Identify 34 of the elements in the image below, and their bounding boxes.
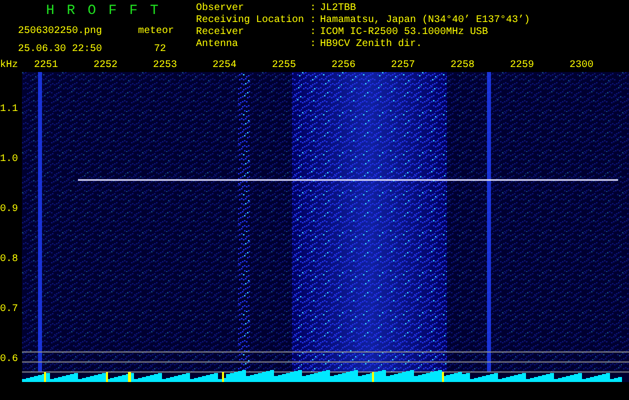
time-axis-label: 2300 (570, 60, 595, 72)
info-label: Receiving Location (196, 15, 306, 26)
app-title: H R O F F T (45, 3, 160, 19)
datetime: 25.06.30 22:50 (18, 44, 102, 56)
time-axis-label: 2252 (94, 60, 119, 72)
info-label: Observer (196, 3, 246, 14)
info-separator: : (310, 39, 318, 51)
info-label: Receiver (196, 27, 246, 39)
time-axis-label: 2251 (34, 60, 60, 72)
frequency-axis-label: 0.9 (0, 203, 20, 217)
frequency-axis-label: 1.0 (0, 153, 20, 167)
info-separator: : (310, 3, 318, 15)
info-separator: : (310, 27, 318, 39)
info-label: Antenna (196, 39, 240, 51)
time-axis-label: 2256 (332, 60, 357, 72)
time-axis-label: 2258 (450, 60, 476, 72)
frequency-axis-label: 1.1 (0, 103, 20, 117)
info-separator: : (310, 15, 318, 27)
filename: 2506302250.png (18, 26, 102, 38)
frequency-axis-label: 0.7 (0, 303, 20, 317)
time-axis-label: 2257 (391, 60, 416, 72)
axis-unit: kHz (0, 60, 18, 72)
frequency-axis-label: 0.8 (0, 253, 20, 267)
time-axis-label: 2254 (212, 60, 238, 72)
info-value: HB9CV Zenith dir. (320, 39, 424, 51)
info-value: ICOM IC-R2500 53.1000MHz USB (320, 27, 490, 38)
meteor-count: 72 (154, 44, 166, 56)
time-axis-label: 2253 (153, 60, 178, 72)
time-axis-label: 2259 (510, 60, 536, 72)
info-value: JL2TBB (320, 3, 358, 15)
time-axis-label: 2255 (272, 60, 298, 72)
frequency-axis-label: 0.6 (0, 353, 20, 367)
count-label: meteor (138, 26, 174, 38)
info-value: Hamamatsu, Japan (N34°40’ E137°43’) (320, 15, 530, 27)
